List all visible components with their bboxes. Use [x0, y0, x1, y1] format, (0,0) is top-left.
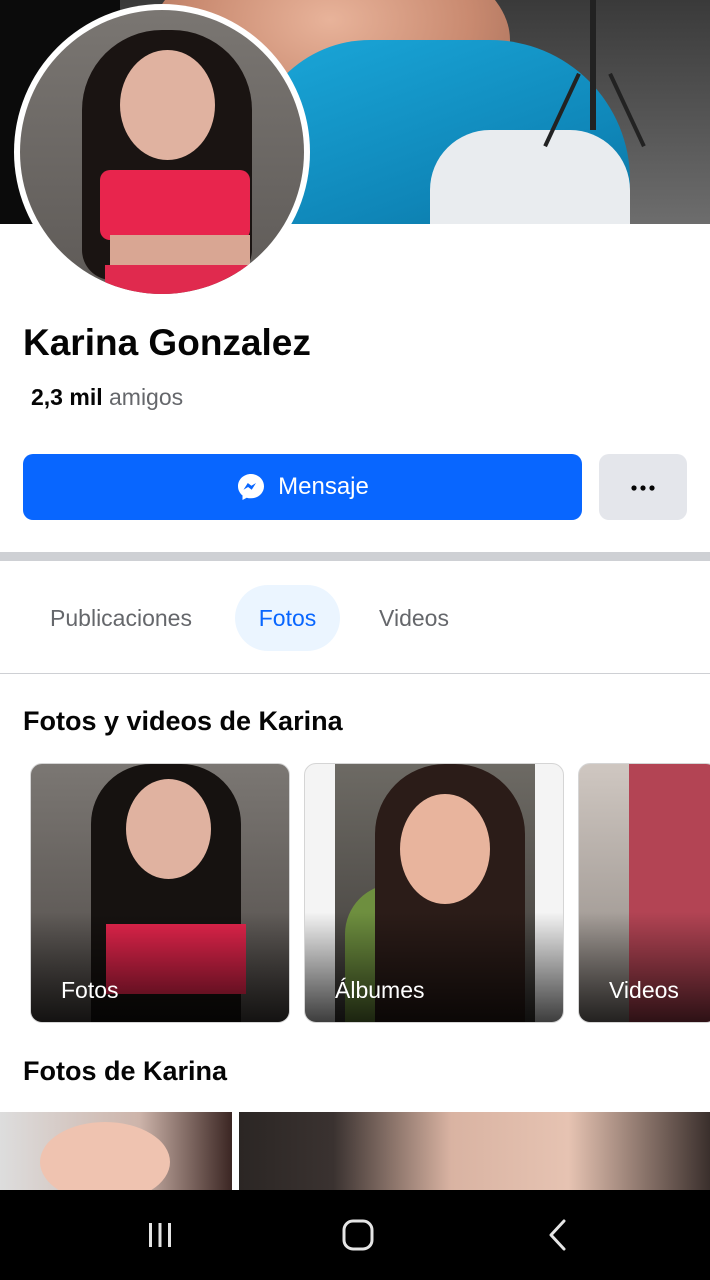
cover-shirt-detail — [430, 130, 630, 224]
cover-tripod — [590, 0, 596, 130]
home-icon[interactable] — [333, 1212, 383, 1258]
avatar-skirt — [105, 265, 255, 294]
message-button[interactable]: Mensaje — [23, 454, 582, 520]
media-section-title: Fotos y videos de Karina — [23, 706, 343, 736]
more-horizontal-icon — [630, 480, 656, 495]
recent-apps-icon[interactable] — [135, 1212, 185, 1258]
media-card-label: Álbumes — [305, 912, 563, 1022]
profile-picture-frame[interactable] — [14, 4, 310, 300]
message-button-label: Mensaje — [278, 473, 369, 500]
tab-publicaciones[interactable]: Publicaciones — [23, 585, 219, 651]
media-card-label: Fotos — [31, 912, 289, 1022]
avatar-top — [100, 170, 250, 240]
media-card-albumes[interactable]: Álbumes — [304, 763, 564, 1023]
card-photo-face — [400, 794, 490, 904]
friends-number: 2,3 mil — [31, 384, 103, 410]
back-icon[interactable] — [533, 1212, 583, 1258]
media-card-label: Videos — [579, 912, 710, 1022]
profile-name: Karina Gonzalez — [23, 322, 311, 363]
section-divider — [0, 552, 710, 561]
media-card-fotos[interactable]: Fotos — [30, 763, 290, 1023]
tab-videos[interactable]: Videos — [356, 585, 472, 651]
photo-thumbnail[interactable] — [0, 1112, 232, 1190]
photo-thumbnail[interactable] — [239, 1112, 710, 1190]
avatar-face — [120, 50, 215, 160]
media-card-videos[interactable]: Videos — [578, 763, 710, 1023]
friends-label: amigos — [109, 384, 184, 410]
tab-fotos[interactable]: Fotos — [235, 585, 340, 651]
profile-picture[interactable] — [20, 10, 304, 294]
more-options-button[interactable] — [599, 454, 687, 520]
system-navigation-bar — [0, 1190, 710, 1280]
messenger-icon — [236, 472, 266, 502]
photos-section-title: Fotos de Karina — [23, 1056, 228, 1086]
friends-count[interactable]: 2,3 mil amigos — [31, 384, 183, 411]
tabs-divider — [0, 673, 710, 674]
card-photo-face — [126, 779, 211, 879]
photo-grid — [0, 1112, 710, 1190]
profile-tabs: Publicaciones Fotos Videos — [0, 585, 710, 651]
thumbnail-face — [40, 1122, 170, 1190]
